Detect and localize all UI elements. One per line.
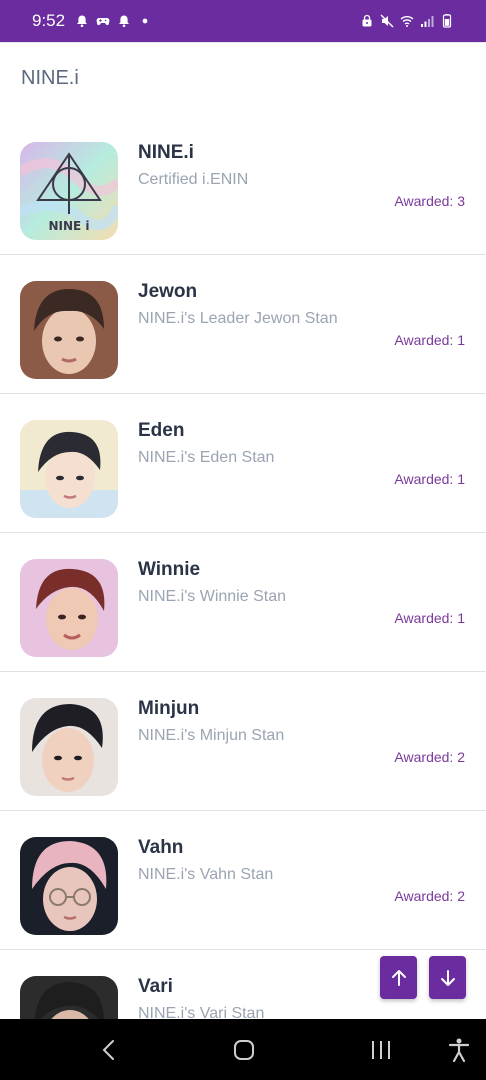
avatar [20, 837, 118, 935]
app-header: NINE.i [0, 42, 486, 116]
awarded-count: Awarded: 1 [394, 471, 465, 487]
avatar [20, 559, 118, 657]
game-controller-icon [96, 14, 110, 28]
item-name: Jewon [138, 281, 198, 302]
list-item[interactable]: Jewon NINE.i's Leader Jewon Stan Awarded… [0, 255, 486, 394]
bell-icon [75, 14, 89, 28]
battery-icon [440, 14, 454, 28]
page-title: NINE.i [21, 67, 79, 89]
awarded-count: Awarded: 3 [394, 193, 465, 209]
accessibility-button[interactable] [446, 1037, 472, 1063]
item-subtitle: NINE.i's Leader Jewon Stan [138, 310, 338, 327]
list-item[interactable]: Eden NINE.i's Eden Stan Awarded: 1 [0, 394, 486, 533]
avatar [20, 976, 118, 1019]
list-item[interactable]: Winnie NINE.i's Winnie Stan Awarded: 1 [0, 533, 486, 672]
avatar [20, 420, 118, 518]
scroll-up-button[interactable] [380, 956, 417, 999]
member-list[interactable]: NINE i NINE.i Certified i.ENIN Awarded: … [0, 116, 486, 1019]
item-subtitle: NINE.i's Winnie Stan [138, 588, 286, 605]
awarded-count: Awarded: 2 [394, 749, 465, 765]
wifi-icon [400, 14, 414, 28]
system-nav-bar [0, 1019, 486, 1080]
item-name: Eden [138, 420, 185, 441]
list-item[interactable]: Minjun NINE.i's Minjun Stan Awarded: 2 [0, 672, 486, 811]
scroll-down-button[interactable] [429, 956, 466, 999]
avatar-caption: NINE i [48, 219, 89, 233]
back-button[interactable] [96, 1037, 122, 1063]
recents-icon [372, 1041, 390, 1059]
avatar [20, 698, 118, 796]
avatar [20, 281, 118, 379]
item-subtitle: NINE.i's Vari Stan [138, 1005, 265, 1019]
item-name: Vahn [138, 837, 184, 858]
avatar: NINE i [20, 142, 118, 240]
awarded-count: Awarded: 2 [394, 888, 465, 904]
item-name: Minjun [138, 698, 200, 719]
arrow-down-icon [440, 969, 455, 986]
item-subtitle: NINE.i's Vahn Stan [138, 866, 274, 883]
item-subtitle: NINE.i's Minjun Stan [138, 727, 285, 744]
status-time: 9:52 [32, 11, 66, 30]
awarded-count: Awarded: 1 [394, 332, 465, 348]
recents-button[interactable] [368, 1037, 394, 1063]
item-name: NINE.i [138, 142, 194, 163]
lock-icon [360, 14, 374, 28]
arrow-up-icon [391, 969, 406, 986]
bell-icon [117, 14, 131, 28]
mute-icon [380, 14, 394, 28]
status-bar: 9:52 [0, 0, 486, 42]
awarded-count: Awarded: 1 [394, 610, 465, 626]
accessibility-icon [448, 1038, 470, 1063]
back-icon [102, 1040, 114, 1060]
item-subtitle: NINE.i's Eden Stan [138, 449, 275, 466]
home-icon [234, 1040, 254, 1060]
item-name: Winnie [138, 559, 201, 580]
item-name: Vari [138, 976, 173, 997]
list-item[interactable]: NINE i NINE.i Certified i.ENIN Awarded: … [0, 116, 486, 255]
dot-icon [138, 14, 152, 28]
home-button[interactable] [231, 1037, 257, 1063]
list-item[interactable]: Vahn NINE.i's Vahn Stan Awarded: 2 [0, 811, 486, 950]
item-subtitle: Certified i.ENIN [138, 171, 249, 188]
signal-icon [420, 14, 434, 28]
